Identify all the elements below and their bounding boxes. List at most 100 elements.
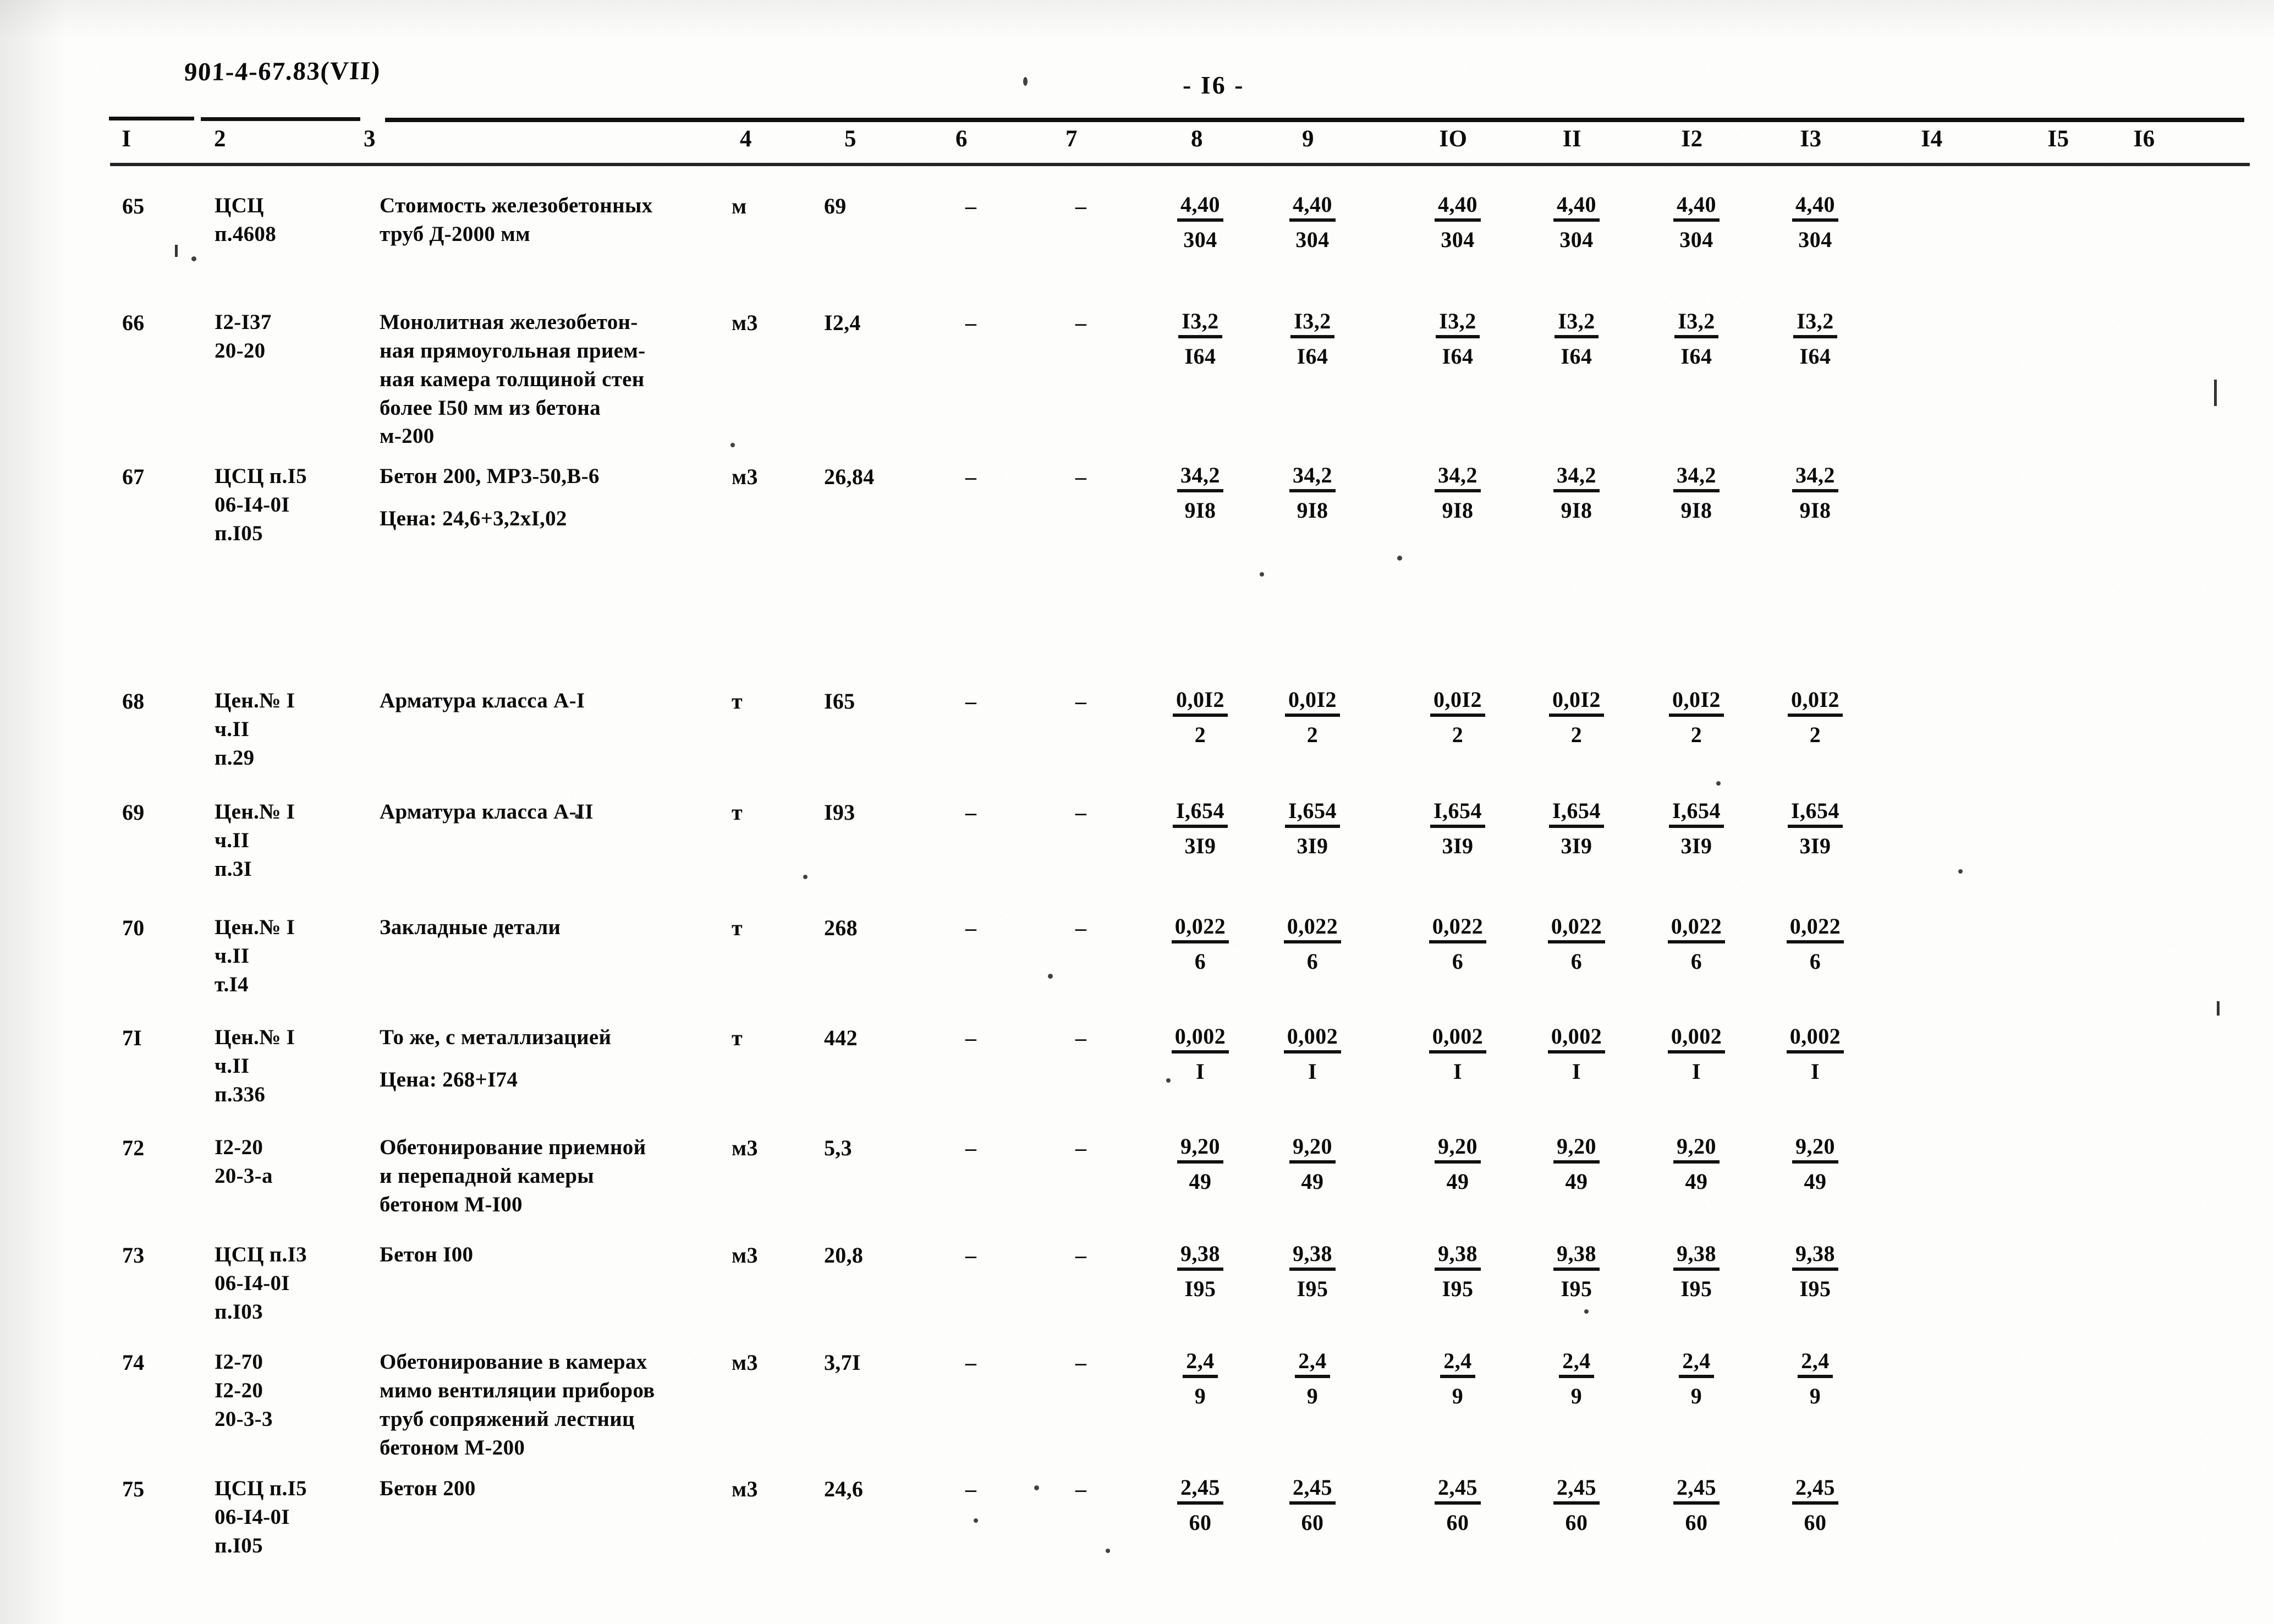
row-col7-dash: – xyxy=(1075,1243,1087,1268)
row-unit-cell: м3 xyxy=(732,1350,758,1375)
fraction-denominator: I xyxy=(1572,1059,1581,1084)
row-col6-dash: – xyxy=(965,689,977,714)
scan-speckle xyxy=(1958,869,1963,874)
fraction-denominator: 9I8 xyxy=(1297,498,1328,523)
fraction-numerator: I3,2 xyxy=(1290,308,1334,338)
row-code-cell: I2-20 20-3-а xyxy=(215,1135,273,1188)
fraction-numerator: 4,40 xyxy=(1177,191,1223,222)
fraction-numerator: 0,022 xyxy=(1667,913,1726,943)
scan-speckle xyxy=(1048,974,1053,979)
row-value-fraction-col11: 0,002 I xyxy=(1524,1023,1629,1084)
scan-speckle xyxy=(1106,1549,1110,1553)
fraction-numerator: 0,0I2 xyxy=(1430,687,1486,717)
fraction-numerator: 2,45 xyxy=(1177,1474,1223,1505)
row-unit-cell: т xyxy=(732,689,743,714)
fraction-denominator: 49 xyxy=(1446,1169,1469,1194)
fraction-numerator: 34,2 xyxy=(1177,462,1223,492)
row-code-cell: Цен.№ I ч.II п.29 xyxy=(215,689,295,770)
row-unit-cell: м3 xyxy=(732,1135,758,1160)
row-col6-dash: – xyxy=(965,1477,977,1501)
fraction-denominator: I95 xyxy=(1297,1276,1328,1301)
fraction-denominator: 304 xyxy=(1295,227,1330,252)
fraction-numerator: 34,2 xyxy=(1673,462,1720,492)
fraction-numerator: 0,0I2 xyxy=(1787,687,1843,717)
row-value-fraction-col12: 34,2 9I8 xyxy=(1644,462,1749,523)
row-value-fraction-col9: 0,022 6 xyxy=(1260,913,1365,974)
fraction-numerator: 34,2 xyxy=(1289,462,1336,492)
fraction-denominator: 60 xyxy=(1804,1510,1827,1535)
fraction-denominator: 2 xyxy=(1570,722,1583,747)
row-col6-dash: – xyxy=(965,310,977,335)
row-value-fraction-col13: 2,4 9 xyxy=(1763,1348,1867,1409)
row-description-cell: Обетонирование приемной и перепадной кам… xyxy=(380,1135,646,1216)
row-value-fraction-col10: I3,2 I64 xyxy=(1405,308,1510,369)
fraction-numerator: I3,2 xyxy=(1793,308,1837,338)
fraction-denominator: 2 xyxy=(1194,722,1206,747)
scan-speckle xyxy=(1166,1078,1171,1083)
row-value-fraction-col13: 34,2 9I8 xyxy=(1763,462,1867,523)
row-number-cell: 69 xyxy=(122,800,145,825)
fraction-denominator: 3I9 xyxy=(1561,833,1592,858)
fraction-denominator: 3I9 xyxy=(1799,833,1831,858)
row-value-fraction-col8: 9,38 I95 xyxy=(1148,1241,1253,1302)
fraction-denominator: I64 xyxy=(1184,344,1216,369)
fraction-denominator: I xyxy=(1308,1059,1317,1084)
row-value-fraction-col13: 4,40 304 xyxy=(1763,191,1867,253)
row-number-cell: 66 xyxy=(122,310,145,335)
fraction-denominator: 3I9 xyxy=(1442,833,1474,858)
fraction-numerator: 0,022 xyxy=(1429,913,1487,943)
fraction-numerator: 9,20 xyxy=(1435,1133,1481,1164)
fraction-numerator: 0,002 xyxy=(1547,1023,1606,1054)
row-value-fraction-col11: 0,0I2 2 xyxy=(1524,687,1629,748)
fraction-denominator: 9I8 xyxy=(1799,498,1831,523)
row-value-fraction-col8: 0,002 I xyxy=(1148,1023,1253,1084)
fraction-numerator: 0,022 xyxy=(1547,913,1606,943)
row-value-fraction-col9: 2,4 9 xyxy=(1260,1348,1365,1409)
row-quantity-cell: 24,6 xyxy=(824,1477,864,1501)
fraction-denominator: 3I9 xyxy=(1680,833,1712,858)
row-value-fraction-col13: I3,2 I64 xyxy=(1763,308,1867,369)
fraction-denominator: 6 xyxy=(1809,949,1821,974)
fraction-denominator: 6 xyxy=(1690,949,1702,974)
scan-speckle xyxy=(974,1518,978,1523)
row-quantity-cell: 442 xyxy=(824,1025,858,1050)
fraction-numerator: 2,45 xyxy=(1673,1474,1720,1505)
fraction-denominator: I95 xyxy=(1561,1276,1592,1301)
row-description-cell: То же, с металлизацией xyxy=(380,1025,612,1049)
row-description-note: Цена: 268+I74 xyxy=(380,1068,518,1091)
fraction-numerator: 4,40 xyxy=(1673,191,1720,222)
fraction-numerator: I,654 xyxy=(1668,798,1724,828)
fraction-numerator: 2,4 xyxy=(1440,1348,1475,1378)
fraction-numerator: I3,2 xyxy=(1555,308,1599,338)
fraction-numerator: 0,0I2 xyxy=(1172,687,1228,717)
row-value-fraction-col13: 2,45 60 xyxy=(1763,1474,1867,1535)
row-number-cell: 74 xyxy=(122,1350,145,1375)
fraction-numerator: 9,20 xyxy=(1289,1133,1336,1164)
row-code-cell: Цен.№ I ч.II п.336 xyxy=(215,1025,295,1106)
fraction-numerator: 0,0I2 xyxy=(1668,687,1724,717)
fraction-denominator: 9I8 xyxy=(1442,498,1474,523)
row-col7-dash: – xyxy=(1075,310,1087,335)
fraction-numerator: I3,2 xyxy=(1178,308,1222,338)
row-col7-dash: – xyxy=(1075,1477,1087,1501)
row-value-fraction-col10: 9,20 49 xyxy=(1405,1133,1510,1194)
fraction-numerator: 9,38 xyxy=(1553,1241,1600,1271)
row-quantity-cell: I2,4 xyxy=(824,310,861,335)
row-unit-cell: м xyxy=(732,194,747,218)
fraction-numerator: 4,40 xyxy=(1435,191,1481,222)
row-value-fraction-col13: 9,20 49 xyxy=(1763,1133,1867,1194)
row-quantity-cell: 268 xyxy=(824,915,858,940)
row-value-fraction-col12: 2,45 60 xyxy=(1644,1474,1749,1535)
row-value-fraction-col12: I,654 3I9 xyxy=(1644,798,1749,859)
row-description-cell: Арматура класса А-I xyxy=(380,689,585,712)
fraction-numerator: 0,0I2 xyxy=(1284,687,1341,717)
row-quantity-cell: 26,84 xyxy=(824,464,875,489)
fraction-denominator: 2 xyxy=(1690,722,1702,747)
row-value-fraction-col12: 4,40 304 xyxy=(1644,191,1749,253)
fraction-numerator: I3,2 xyxy=(1674,308,1718,338)
fraction-denominator: 49 xyxy=(1565,1169,1588,1194)
fraction-denominator: I xyxy=(1195,1059,1205,1084)
fraction-numerator: 0,002 xyxy=(1786,1023,1844,1054)
row-col6-dash: – xyxy=(965,915,977,940)
row-value-fraction-col10: 0,022 6 xyxy=(1405,913,1510,974)
